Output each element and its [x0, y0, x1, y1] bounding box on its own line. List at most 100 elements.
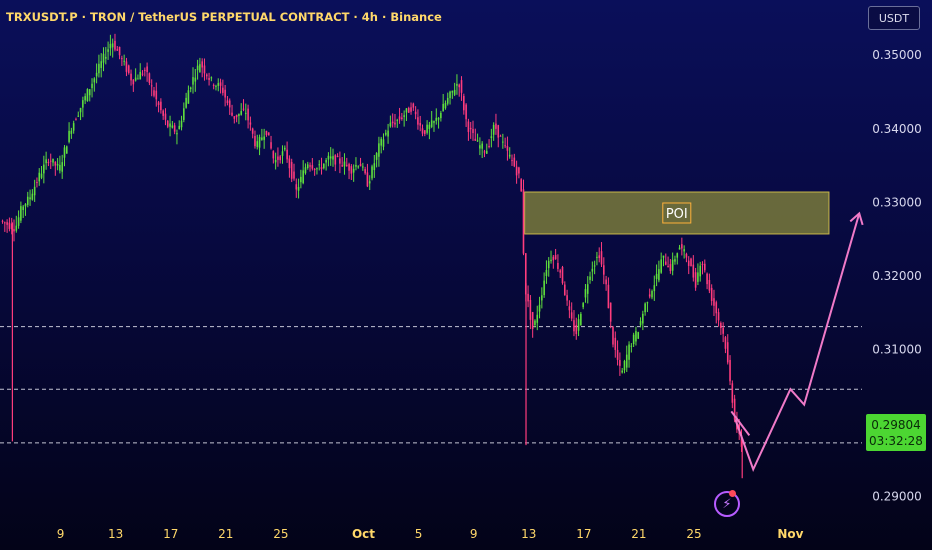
candle-body-231: [531, 312, 534, 329]
x-tick-label-7: 9: [470, 527, 478, 541]
candle-body-187: [430, 120, 433, 127]
candle-body-136: [313, 169, 316, 171]
candle-body-40: [93, 78, 96, 83]
candle-body-202: [465, 104, 467, 120]
current-price-value: 0.29804: [871, 417, 921, 432]
candle-body-78: [180, 120, 183, 128]
candle-body-281: [646, 302, 649, 304]
candle-body-81: [187, 90, 190, 104]
candle-body-160: [368, 181, 371, 184]
candle-body-167: [384, 132, 387, 135]
candle-body-62: [144, 69, 146, 71]
candle-body-37: [86, 89, 89, 102]
candle-body-126: [290, 162, 293, 179]
candle-body-59: [137, 78, 139, 80]
candle-body-16: [38, 172, 41, 182]
candle-body-170: [391, 121, 394, 124]
candle-body-26: [61, 162, 63, 172]
candle-body-239: [550, 259, 552, 262]
candle-body-200: [460, 80, 463, 93]
candle-body-96: [222, 87, 224, 93]
candle-body-92: [212, 84, 215, 86]
candle-body-214: [492, 124, 495, 135]
candle-body-24: [56, 164, 59, 166]
candle-body-307: [706, 273, 708, 285]
candle-body-137: [316, 168, 318, 170]
candle-body-189: [435, 117, 438, 122]
candle-body-238: [547, 260, 550, 269]
candle-body-293: [674, 259, 676, 262]
candle-body-45: [104, 56, 107, 59]
candle-body-169: [389, 122, 392, 127]
candle-body-127: [293, 171, 295, 179]
candle-body-133: [306, 164, 309, 168]
candle-body-103: [238, 113, 240, 117]
candle-body-264: [607, 284, 610, 309]
candle-body-314: [722, 327, 724, 334]
candle-body-64: [148, 73, 151, 83]
candle-body-107: [247, 108, 249, 121]
x-tick-label-12: Nov: [777, 527, 803, 541]
candle-body-181: [417, 117, 419, 125]
candle-body-97: [224, 89, 226, 98]
candle-body-79: [183, 108, 185, 120]
candle-body-138: [318, 164, 321, 166]
candle-body-268: [616, 349, 619, 360]
candle-body-240: [552, 256, 555, 261]
candle-body-279: [642, 313, 644, 324]
candle-body-217: [499, 135, 502, 137]
candle-body-235: [541, 295, 543, 301]
candle-body-89: [205, 74, 208, 77]
candle-body-114: [263, 136, 265, 140]
candle-body-151: [348, 164, 350, 171]
candle-body-42: [98, 63, 100, 74]
candle-body-236: [543, 280, 545, 296]
candle-body-50: [116, 49, 119, 51]
candle-body-288: [662, 255, 665, 258]
candle-body-207: [476, 140, 479, 142]
candle-body-117: [270, 142, 272, 149]
candle-body-54: [125, 61, 128, 72]
candle-body-155: [357, 166, 360, 168]
candle-body-119: [274, 159, 277, 163]
candle-body-65: [150, 85, 153, 87]
candle-body-272: [625, 354, 628, 368]
x-tick-label-10: 21: [631, 527, 646, 541]
candle-body-199: [458, 84, 461, 88]
y-tick-label-4: 0.31000: [872, 342, 922, 356]
candle-body-5: [13, 229, 15, 232]
candle-body-232: [534, 320, 536, 326]
candle-body-312: [717, 312, 720, 321]
candle-body-191: [440, 112, 442, 119]
candle-body-22: [52, 158, 54, 163]
candle-body-248: [570, 312, 573, 319]
candle-body-171: [394, 122, 396, 125]
candle-body-186: [428, 124, 431, 129]
candle-body-218: [502, 141, 504, 143]
lightning-icon[interactable]: ⚡: [714, 491, 740, 517]
candle-body-132: [304, 167, 307, 174]
y-tick-label-2: 0.33000: [872, 195, 922, 209]
candle-body-152: [350, 166, 353, 174]
candle-body-201: [463, 96, 465, 111]
candle-body-263: [605, 279, 607, 285]
candle-body-282: [648, 294, 651, 297]
candle-body-311: [715, 302, 718, 314]
candle-body-38: [88, 89, 91, 96]
candle-body-262: [603, 265, 605, 275]
candle-body-256: [589, 276, 591, 280]
price-chart[interactable]: POI 0.35000 0.34000 0.33000 0.32000 0.31000 0…: [0, 0, 932, 550]
candle-body-161: [371, 166, 373, 179]
candle-body-276: [635, 331, 637, 342]
candle-body-124: [286, 149, 288, 160]
candle-body-122: [281, 151, 284, 156]
candle-body-285: [655, 273, 658, 279]
y-tick-label-0: 0.35000: [872, 48, 922, 62]
x-tick-label-9: 17: [576, 527, 591, 541]
candle-body-227: [522, 189, 525, 254]
candle-body-82: [189, 87, 192, 90]
candle-body-247: [568, 306, 571, 311]
currency-unit-button[interactable]: USDT: [868, 6, 920, 30]
candle-body-15: [36, 182, 38, 184]
y-tick-label-3: 0.32000: [872, 269, 922, 283]
